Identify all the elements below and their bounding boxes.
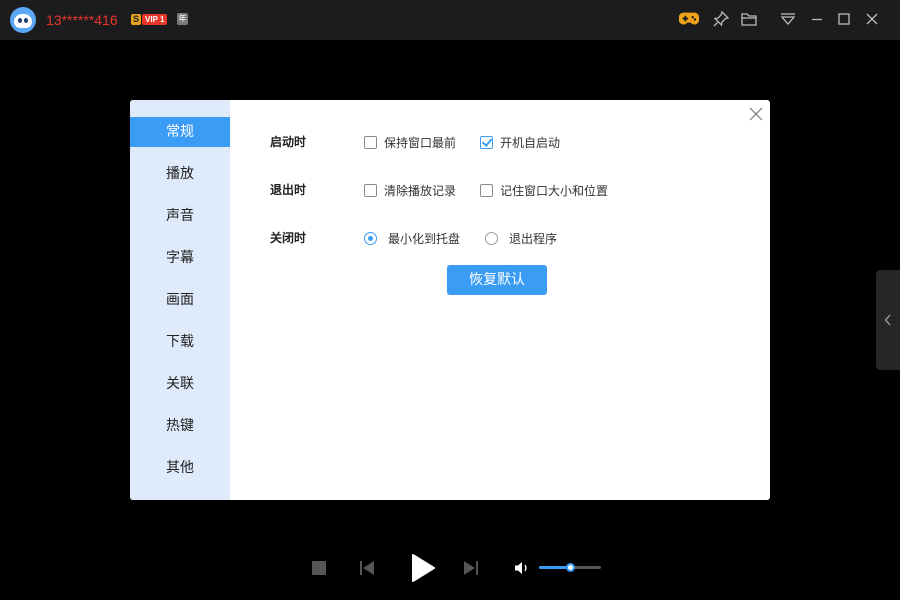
game-controller-icon[interactable]	[678, 8, 700, 30]
skip-previous-icon	[360, 561, 374, 575]
volume-button[interactable]	[512, 559, 532, 577]
keep-on-top-checkbox[interactable]: 保持窗口最前	[364, 134, 456, 150]
sidebar-item-general[interactable]: 常规	[130, 117, 230, 147]
checkbox-unchecked[interactable]	[480, 183, 493, 197]
restore-defaults-button[interactable]: 恢复默认	[447, 265, 547, 295]
sidebar-item-subtitles[interactable]: 字幕	[130, 243, 230, 273]
next-button[interactable]	[461, 559, 481, 577]
chevron-left-icon	[884, 314, 891, 326]
close-icon[interactable]	[861, 8, 883, 30]
settings-sidebar: 常规 播放 声音 字幕 画面 下载 关联 热键 其他	[130, 100, 230, 500]
minimize-to-tray-label: 最小化到托盘	[388, 231, 461, 246]
volume-slider-handle[interactable]	[565, 563, 575, 572]
dialog-close-button[interactable]	[746, 104, 766, 124]
username[interactable]: 13******416	[46, 11, 118, 29]
minimize-icon[interactable]	[806, 8, 828, 30]
play-icon	[412, 554, 435, 582]
checkbox-unchecked[interactable]	[364, 183, 377, 197]
menu-dropdown-icon[interactable]	[777, 8, 799, 30]
previous-button[interactable]	[357, 559, 377, 577]
stop-button[interactable]	[310, 559, 328, 577]
minimize-to-tray-radio[interactable]: 最小化到托盘	[364, 230, 460, 246]
folder-icon[interactable]	[738, 8, 760, 30]
remember-window-label: 记住窗口大小和位置	[500, 183, 609, 198]
vip-badge[interactable]: VIP 1	[142, 14, 168, 25]
clear-history-label: 清除播放记录	[384, 183, 457, 198]
exit-program-radio[interactable]: 退出程序	[485, 230, 557, 246]
exit-label: 退出时	[270, 183, 307, 197]
volume-slider[interactable]	[539, 563, 601, 572]
sidebar-item-file-association[interactable]: 关联	[130, 369, 230, 399]
exit-program-label: 退出程序	[509, 231, 558, 246]
sidebar-item-audio[interactable]: 声音	[130, 201, 230, 231]
remember-window-checkbox[interactable]: 记住窗口大小和位置	[480, 182, 608, 198]
skip-next-icon	[464, 561, 478, 575]
auto-start-checkbox[interactable]: 开机自启动	[480, 134, 560, 150]
side-panel-toggle[interactable]	[876, 270, 900, 370]
close-label: 关闭时	[270, 231, 307, 245]
play-button[interactable]	[406, 550, 440, 586]
sidebar-item-video[interactable]: 画面	[130, 285, 230, 315]
player-window: 13******416 S VIP 1 年 常规 播放 声音 字幕 画面 下载 …	[0, 0, 900, 600]
close-icon	[749, 107, 763, 121]
auto-start-label: 开机自启动	[500, 135, 561, 150]
radio-selected[interactable]	[364, 231, 377, 245]
maximize-icon[interactable]	[833, 8, 855, 30]
keep-on-top-label: 保持窗口最前	[384, 135, 457, 150]
sidebar-item-other[interactable]: 其他	[130, 453, 230, 483]
pin-icon[interactable]	[710, 8, 732, 30]
s-badge: S	[131, 14, 141, 25]
speaker-icon	[515, 562, 527, 574]
year-badge: 年	[177, 13, 188, 25]
title-bar: 13******416 S VIP 1 年	[0, 0, 900, 40]
checkbox-unchecked[interactable]	[364, 135, 377, 149]
radio-unselected[interactable]	[485, 231, 498, 245]
settings-dialog: 常规 播放 声音 字幕 画面 下载 关联 热键 其他 启动时 保持窗口最前 开机…	[130, 100, 770, 500]
sidebar-item-hotkeys[interactable]: 热键	[130, 411, 230, 441]
startup-label: 启动时	[270, 135, 307, 149]
clear-history-checkbox[interactable]: 清除播放记录	[364, 182, 456, 198]
checkbox-checked[interactable]	[480, 135, 493, 149]
sidebar-item-download[interactable]: 下载	[130, 327, 230, 357]
sidebar-item-playback[interactable]: 播放	[130, 159, 230, 189]
avatar[interactable]	[10, 7, 36, 33]
stop-icon	[312, 561, 326, 575]
